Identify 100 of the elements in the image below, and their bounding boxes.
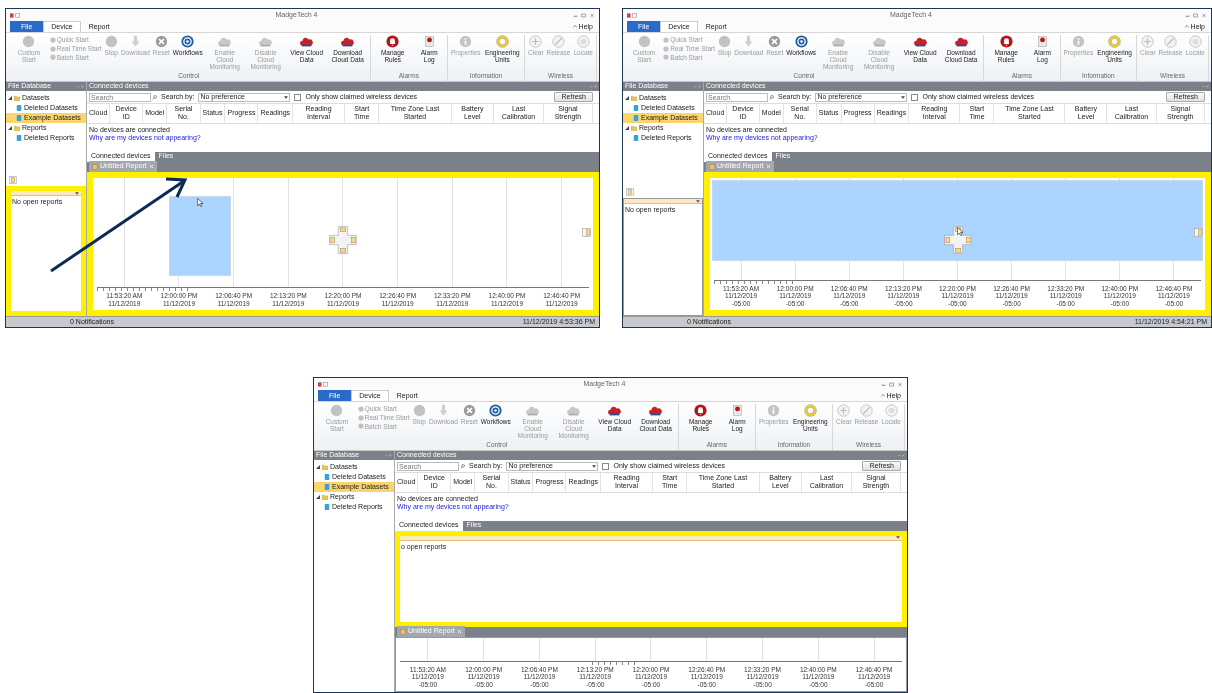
cloud-icon: [649, 404, 663, 417]
plus-circle-icon: [529, 35, 543, 48]
quick-access-icon[interactable]: [10, 12, 20, 18]
info-icon: [1071, 35, 1085, 48]
folder-icon: [14, 125, 20, 131]
folder-icon: [631, 95, 637, 101]
target-icon: [576, 35, 590, 48]
circle-icon: [663, 45, 670, 52]
folder-icon: [322, 464, 328, 470]
window-controls-icon[interactable]: [573, 12, 595, 18]
collapse-icon[interactable]: [625, 96, 629, 100]
bell-icon: [694, 404, 708, 417]
cloud-icon: [341, 35, 355, 48]
collapse-icon[interactable]: [625, 126, 629, 130]
plus-circle-icon: [837, 404, 851, 417]
checkbox[interactable]: [294, 93, 302, 101]
window-controls-icon[interactable]: [1185, 12, 1207, 18]
cloud-icon: [608, 404, 622, 417]
circle-icon: [104, 35, 118, 48]
bell-icon: [999, 35, 1013, 48]
collapse-icon[interactable]: [8, 96, 12, 100]
quick-access-icon[interactable]: [318, 381, 328, 387]
circle-icon: [663, 36, 670, 43]
folder-icon: [322, 494, 328, 500]
cloud-icon: [872, 35, 886, 48]
dock-marker-icon[interactable]: [9, 176, 17, 184]
dock-marker-icon[interactable]: [626, 188, 634, 196]
target-icon: [884, 404, 898, 417]
cloud-icon: [567, 404, 581, 417]
dock-guide-drawing[interactable]: [329, 225, 357, 254]
collapse-icon[interactable]: [8, 126, 12, 130]
bell-list-icon: [1035, 35, 1049, 48]
circle-icon: [49, 54, 56, 61]
slash-circle-icon: [860, 404, 874, 417]
ring-icon: [181, 35, 195, 48]
cloud-icon: [913, 35, 927, 48]
cloud-icon: [831, 35, 845, 48]
search-icon[interactable]: [769, 94, 774, 100]
info-icon: [767, 404, 781, 417]
plus-circle-icon: [1141, 35, 1155, 48]
bell-icon: [386, 35, 400, 48]
gauge-icon: [803, 404, 817, 417]
info-icon: [459, 35, 473, 48]
database-icon: [324, 504, 330, 510]
circle-icon: [330, 404, 344, 417]
cloud-icon: [526, 404, 540, 417]
caret-icon[interactable]: [592, 464, 597, 468]
circle-icon: [412, 404, 426, 417]
slash-circle-icon: [1164, 35, 1178, 48]
close-icon[interactable]: [148, 164, 154, 170]
collapse-icon[interactable]: [316, 495, 320, 499]
circle-icon: [49, 36, 56, 43]
search-icon[interactable]: [460, 463, 465, 469]
checkbox[interactable]: [911, 93, 919, 101]
quick-access-icon[interactable]: [627, 12, 637, 18]
caret-icon[interactable]: [696, 199, 700, 203]
circle-icon: [357, 414, 364, 421]
caret-icon[interactable]: [896, 536, 900, 540]
database-icon: [16, 135, 22, 141]
circle-icon: [718, 35, 732, 48]
x-circle-icon: [768, 35, 782, 48]
folder-icon: [14, 95, 20, 101]
x-circle-icon: [462, 404, 476, 417]
circle-icon: [357, 405, 364, 412]
slash-circle-icon: [552, 35, 566, 48]
circle-icon: [637, 35, 651, 48]
dock-marker-icon[interactable]: [582, 227, 591, 237]
bell-list-icon: [422, 35, 436, 48]
search-icon[interactable]: [152, 94, 157, 100]
report-icon: [92, 163, 98, 170]
dock-marker-icon[interactable]: [1194, 227, 1203, 237]
gauge-icon: [495, 35, 509, 48]
cloud-icon: [259, 35, 273, 48]
caret-icon[interactable]: [901, 95, 906, 99]
ring-icon: [794, 35, 808, 48]
checkbox[interactable]: [602, 462, 610, 470]
cursor-icon: [197, 197, 203, 207]
circle-icon: [357, 423, 364, 430]
window-controls-icon[interactable]: [881, 381, 903, 387]
database-icon: [633, 135, 639, 141]
caret-icon[interactable]: [75, 191, 79, 195]
close-icon[interactable]: [765, 164, 771, 170]
caret-icon[interactable]: [284, 95, 289, 99]
cloud-icon: [300, 35, 314, 48]
circle-icon: [22, 35, 36, 48]
bell-list-icon: [730, 404, 744, 417]
report-icon: [709, 163, 715, 170]
folder-icon: [631, 125, 637, 131]
circle-icon: [663, 54, 670, 61]
report-icon: [400, 628, 406, 635]
close-icon[interactable]: [456, 629, 462, 635]
circle-icon: [49, 45, 56, 52]
dock-guide-drawing[interactable]: [943, 225, 972, 254]
collapse-icon[interactable]: [316, 465, 320, 469]
cursor-icon: [956, 226, 963, 236]
target-icon: [1188, 35, 1202, 48]
ring-icon: [489, 404, 503, 417]
cloud-icon: [218, 35, 232, 48]
x-circle-icon: [154, 35, 168, 48]
cloud-icon: [954, 35, 968, 48]
